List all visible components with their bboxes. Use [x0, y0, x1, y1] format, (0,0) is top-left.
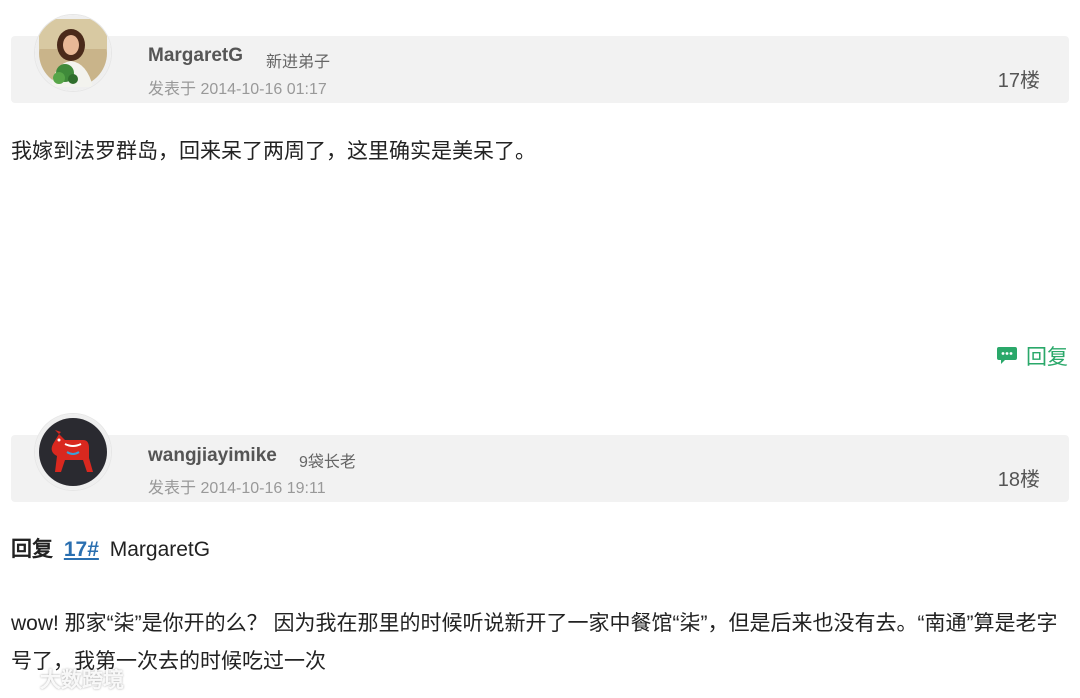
post-18-username[interactable]: wangjiayimike — [148, 445, 277, 467]
post-17-rank: 新进弟子 — [266, 54, 331, 71]
post-18-rank: 9袋长老 — [299, 454, 356, 471]
quote-prefix: 回复 — [11, 538, 53, 561]
watermark-text: 大数跨境 — [40, 669, 124, 692]
post-17-time: 发表于 2014-10-16 01:17 — [148, 81, 327, 98]
logo-icon — [9, 668, 34, 690]
chat-bubble-icon — [997, 347, 1017, 364]
reply-quote: 回复 17# MargaretG — [11, 533, 210, 563]
post-18-content: wow! 那家“柒”是你开的么？ 因为我在那里的时候听说新开了一家中餐馆“柒”，… — [11, 612, 1058, 673]
reply-label: 回复 — [1026, 346, 1068, 369]
post-18-time: 发表于 2014-10-16 19:11 — [148, 480, 326, 497]
quote-username: MargaretG — [109, 538, 211, 561]
avatar-wangjiayimike[interactable] — [35, 414, 111, 490]
thread-page: MargaretG 新进弟子 发表于 2014-10-16 01:17 17楼 … — [0, 0, 1080, 698]
reply-button[interactable]: 回复 — [996, 341, 1068, 371]
avatar-margaretg[interactable] — [35, 15, 111, 91]
quote-floor-link[interactable]: 17# — [64, 538, 99, 561]
post-17-floor: 17楼 — [997, 70, 1040, 92]
post-18-floor: 18楼 — [997, 469, 1040, 491]
post-17-content: 我嫁到法罗群岛，回来呆了两周了，这里确实是美呆了。 — [11, 140, 536, 163]
watermark: 大数跨境 — [8, 664, 124, 694]
post-17-username[interactable]: MargaretG — [148, 45, 243, 67]
